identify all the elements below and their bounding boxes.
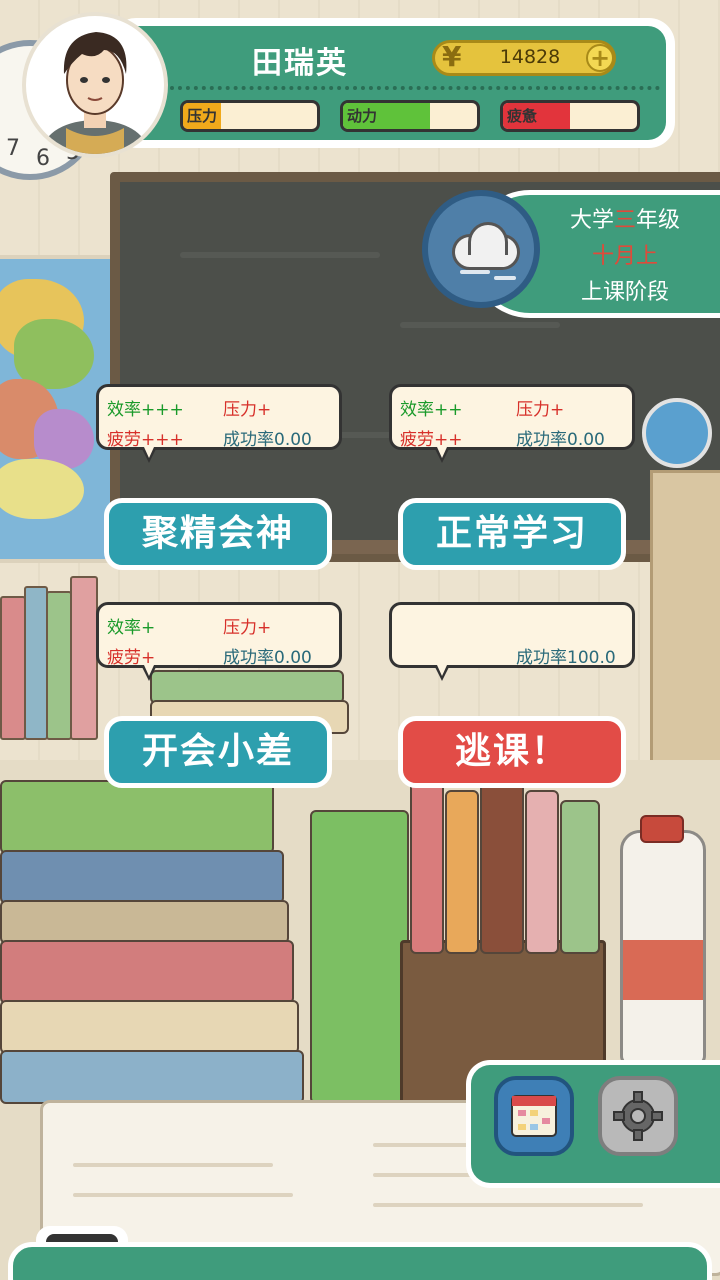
shelf-books — [0, 576, 110, 740]
choice-effect-bubble-normal: 效率++ 压力+ 疲劳++ 成功率0.00 — [389, 384, 635, 463]
choice-effect-bubble-focus: 效率+++ 压力+ 疲劳+++ 成功率0.00 — [96, 384, 342, 463]
book — [0, 1050, 304, 1104]
player-name: 田瑞英 — [252, 46, 348, 81]
book — [0, 900, 289, 944]
bottle-cap — [640, 815, 684, 843]
player-avatar[interactable] — [22, 12, 168, 158]
effect-efficiency: 效率++ — [400, 400, 463, 420]
divider — [170, 86, 660, 90]
choice-effect-bubble-daydream: 效率+ 压力+ 疲劳+ 成功率0.00 — [96, 602, 342, 681]
globe — [642, 398, 712, 468]
school-year-suffix: 年级 — [636, 208, 681, 233]
effect-fatigue: 疲劳++ — [400, 430, 463, 450]
gear-icon — [613, 1091, 663, 1141]
school-year: 大学三年级 — [550, 202, 700, 234]
fatigue-meter: 疲惫 — [500, 100, 640, 132]
effect-fatigue: 疲劳+++ — [107, 430, 184, 450]
book — [410, 780, 444, 954]
effect-success-rate: 成功率0.00 — [516, 430, 605, 450]
cloud-puff — [468, 222, 508, 255]
book — [0, 940, 294, 1004]
calendar-icon — [511, 1095, 557, 1137]
school-year-number: 三 — [613, 208, 636, 233]
plus-icon: + — [589, 44, 611, 72]
choice-effect-bubble-skip: 成功率100.0 — [389, 602, 635, 681]
school-year-prefix: 大学 — [569, 208, 614, 233]
book — [525, 790, 559, 954]
yuan-coin-icon: ¥ — [442, 40, 462, 73]
daydream-button[interactable]: 开会小差 — [104, 716, 332, 788]
clock-number: 6 — [36, 146, 50, 171]
wind-line — [494, 276, 516, 280]
weather-badge — [422, 190, 540, 308]
book — [480, 770, 524, 954]
calendar-button[interactable] — [494, 1076, 574, 1156]
effect-success-rate: 成功率0.00 — [223, 648, 312, 668]
avatar-portrait — [43, 32, 147, 154]
book — [0, 780, 274, 854]
book — [560, 800, 600, 954]
book — [150, 670, 344, 704]
normal-study-button[interactable]: 正常学习 — [398, 498, 626, 570]
stress-meter-label: 压力 — [187, 107, 218, 125]
clock-number: 7 — [6, 136, 20, 161]
effect-stress: 压力+ — [223, 400, 272, 420]
wind-line — [460, 270, 490, 274]
effect-success-rate: 成功率100.0 — [516, 648, 616, 668]
add-coins-button[interactable]: + — [586, 44, 614, 72]
effect-fatigue: 疲劳+ — [107, 648, 156, 668]
effect-stress: 压力+ — [223, 618, 272, 638]
effect-success-rate: 成功率0.00 — [223, 430, 312, 450]
stress-meter: 压力 — [180, 100, 320, 132]
focus-study-button[interactable]: 聚精会神 — [104, 498, 332, 570]
skip-class-button[interactable]: 逃课！ — [398, 716, 626, 788]
settings-button[interactable] — [598, 1076, 678, 1156]
current-phase: 上课阶段 — [580, 280, 669, 305]
current-month: 十月上 — [591, 244, 658, 269]
book — [0, 1000, 299, 1054]
effect-efficiency: 效率+++ — [107, 400, 184, 420]
bottom-bar — [8, 1242, 712, 1280]
effect-stress: 压力+ — [516, 400, 565, 420]
game-scene: 11 7 6 5 — [0, 0, 720, 1280]
fatigue-meter-label: 疲惫 — [507, 107, 538, 125]
book — [310, 810, 409, 1104]
coin-value: 14828 — [499, 46, 561, 68]
book — [445, 790, 479, 954]
book — [0, 850, 284, 904]
effect-efficiency: 效率+ — [107, 618, 156, 638]
bottle-label — [623, 940, 703, 1000]
motivation-meter: 动力 — [340, 100, 480, 132]
motivation-meter-label: 动力 — [347, 107, 378, 125]
